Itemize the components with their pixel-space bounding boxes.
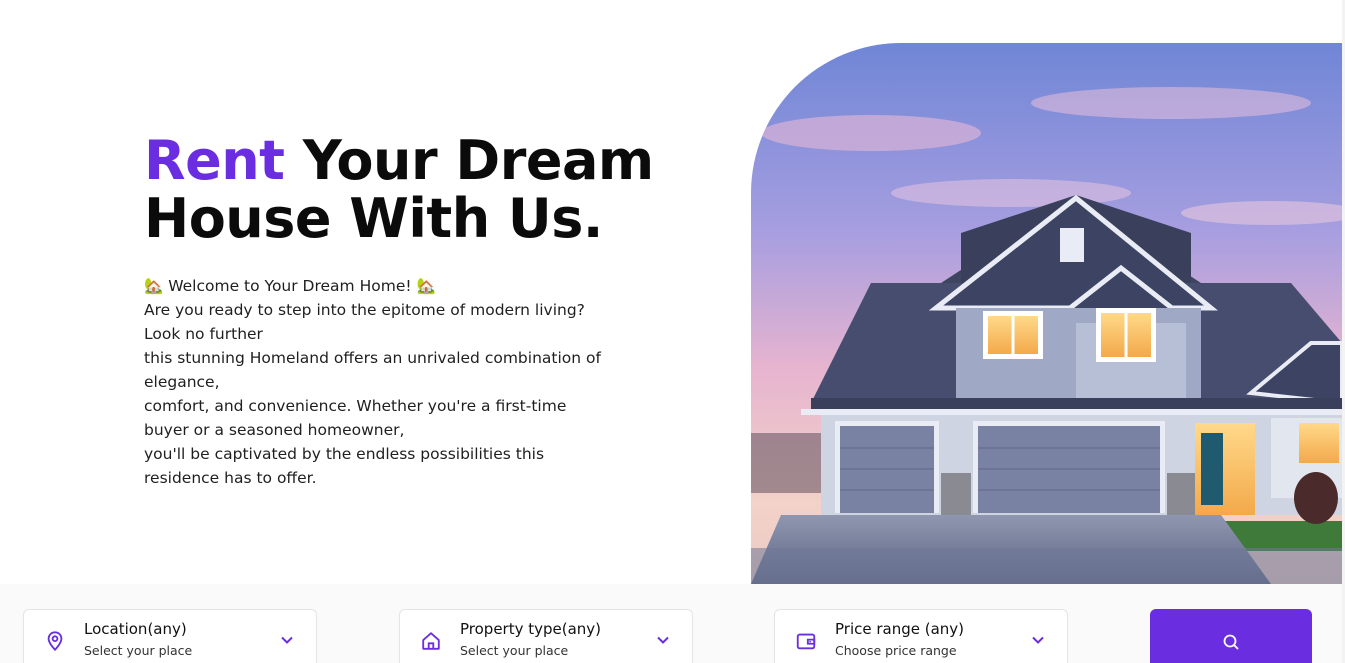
- chevron-down-icon[interactable]: [656, 633, 670, 647]
- hero-title: Rent Your Dream House With Us.: [144, 132, 664, 248]
- hero-title-line2: House With Us.: [144, 187, 603, 250]
- price-range-filter[interactable]: Price range (any) Choose price range: [774, 609, 1068, 663]
- wallet-icon: [796, 633, 816, 650]
- hero-house-image: [751, 43, 1342, 584]
- property-type-filter-label: Property type(any): [460, 620, 602, 638]
- location-pin-icon: [47, 631, 63, 651]
- search-icon: [1223, 634, 1239, 650]
- hero-description-line: 🏡 Welcome to Your Dream Home! 🏡: [144, 277, 436, 295]
- search-button[interactable]: [1150, 609, 1312, 663]
- search-bar: Location(any) Select your place Property…: [0, 584, 1342, 663]
- hero-description-line: elegance,: [144, 373, 220, 391]
- hero-description-line: this stunning Homeland offers an unrival…: [144, 349, 601, 367]
- location-filter-placeholder: Select your place: [84, 643, 193, 658]
- location-filter[interactable]: Location(any) Select your place: [23, 609, 317, 663]
- property-type-filter[interactable]: Property type(any) Select your place: [399, 609, 693, 663]
- hero-description-line: residence has to offer.: [144, 469, 317, 487]
- chevron-down-icon[interactable]: [280, 633, 294, 647]
- landing-page: Rent Your Dream House With Us. 🏡 Welcome…: [0, 0, 1345, 663]
- hero-title-line1: Your Dream: [284, 129, 654, 192]
- hero-description-line: Are you ready to step into the epitome o…: [144, 301, 585, 319]
- chevron-down-icon[interactable]: [1031, 633, 1045, 647]
- price-range-filter-label: Price range (any): [835, 620, 965, 638]
- house-icon: [422, 632, 440, 650]
- property-type-filter-placeholder: Select your place: [460, 643, 569, 658]
- hero-text-block: Rent Your Dream House With Us. 🏡 Welcome…: [144, 132, 664, 490]
- hero-title-accent: Rent: [144, 129, 285, 192]
- hero-description-line: buyer or a seasoned homeowner,: [144, 421, 405, 439]
- hero-description: 🏡 Welcome to Your Dream Home! 🏡 Are you …: [144, 274, 664, 490]
- hero-description-line: you'll be captivated by the endless poss…: [144, 445, 545, 463]
- hero-description-line: Look no further: [144, 325, 263, 343]
- location-filter-label: Location(any): [84, 620, 187, 638]
- hero-description-line: comfort, and convenience. Whether you're…: [144, 397, 567, 415]
- price-range-filter-placeholder: Choose price range: [835, 643, 957, 658]
